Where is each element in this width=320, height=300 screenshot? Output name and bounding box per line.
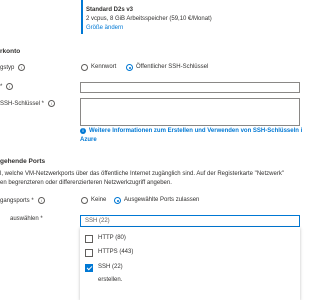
public-ports-radio-allow[interactable] xyxy=(114,197,121,204)
ports-description-line2: en begrenzteren oder differenzierteren N… xyxy=(0,180,172,186)
auth-option-password-label: Kennwort xyxy=(91,64,117,70)
public-ports-label-row: gangsports * i xyxy=(0,197,45,206)
dropdown-bottom-text: erstellen. xyxy=(98,277,123,283)
info-circle-icon: i xyxy=(80,128,86,134)
auth-type-label-row: gstyp i xyxy=(0,64,26,73)
public-ports-option-none-label: Keine xyxy=(91,197,107,203)
ssh-info-link-continued[interactable]: Azure xyxy=(80,137,97,145)
https-checkbox[interactable] xyxy=(85,249,93,257)
info-icon: i xyxy=(18,64,26,71)
public-ports-label: gangsports * xyxy=(0,198,34,205)
ports-select-value: SSH (22) xyxy=(85,218,110,224)
size-accent-bar xyxy=(81,0,83,34)
ssh-info-link[interactable]: Weitere Informationen zum Erstellen und … xyxy=(89,128,302,136)
admin-section-title: rkonto xyxy=(0,48,21,55)
public-ports-option-allow-label: Ausgewählte Ports zulassen xyxy=(124,197,200,203)
ports-section-title: gehende Ports xyxy=(0,158,46,165)
ssh-key-textarea[interactable] xyxy=(80,98,300,126)
size-title: Standard D2s v3 xyxy=(86,7,134,13)
http-option-label[interactable]: HTTP (80) xyxy=(98,235,126,243)
username-input[interactable] xyxy=(80,82,300,93)
size-specs: 2 vcpus, 8 GiB Arbeitsspeicher (59,10 €/… xyxy=(86,16,212,22)
info-icon: i xyxy=(6,83,14,90)
http-checkbox[interactable] xyxy=(85,235,93,243)
ssh-key-label: SSH-Schlüssel * xyxy=(0,101,45,108)
ports-select[interactable]: SSH (22) xyxy=(80,215,300,227)
auth-radio-password[interactable] xyxy=(81,64,88,71)
username-label: * xyxy=(0,84,3,91)
info-icon: i xyxy=(37,197,45,204)
ssh-key-label-row: SSH-Schlüssel * i xyxy=(0,100,56,109)
auth-radio-ssh[interactable] xyxy=(126,64,133,71)
username-label-row: * i xyxy=(0,83,14,92)
ports-dropdown-list: HTTP (80) HTTPS (443) SSH (22) erstellen… xyxy=(80,227,300,300)
size-section: Standard D2s v3 2 vcpus, 8 GiB Arbeitssp… xyxy=(81,0,300,34)
public-ports-radio-none[interactable] xyxy=(81,197,88,204)
auth-type-label: gstyp xyxy=(0,65,15,72)
info-icon: i xyxy=(48,100,56,107)
https-option-label[interactable]: HTTPS (443) xyxy=(98,249,133,257)
select-ports-label: auswählen * xyxy=(10,216,43,222)
ssh-checkbox[interactable] xyxy=(85,264,93,272)
change-size-link[interactable]: Größe ändern xyxy=(86,25,123,33)
ssh-option-label[interactable]: SSH (22) xyxy=(98,264,123,272)
auth-option-ssh-label: Öffentlicher SSH-Schlüssel xyxy=(136,64,209,70)
ports-description-line1: l, welche VM-Netzwerkports über das öffe… xyxy=(0,171,284,177)
